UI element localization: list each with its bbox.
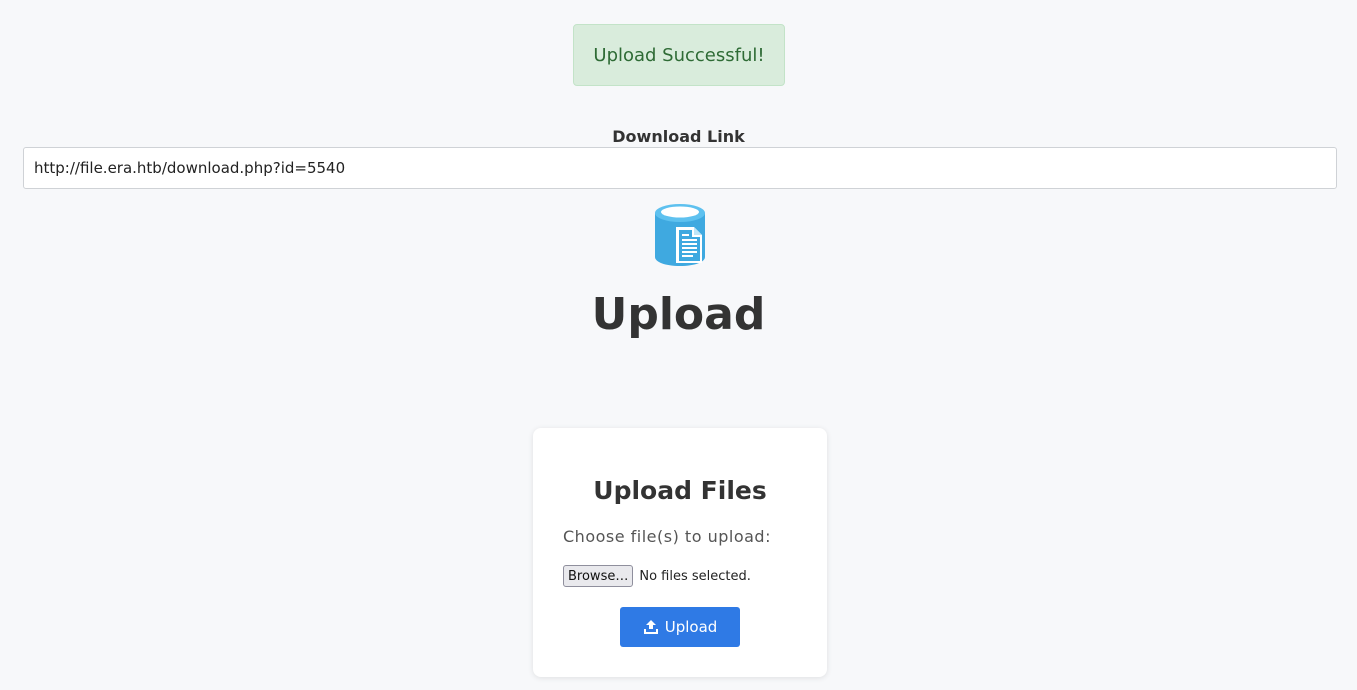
upload-icon <box>643 620 658 634</box>
page-title: Upload <box>591 289 766 340</box>
upload-button-label: Upload <box>664 618 718 636</box>
download-link-label: Download Link <box>612 127 745 146</box>
database-document-icon <box>654 203 706 267</box>
upload-success-alert: Upload Successful! <box>573 24 785 86</box>
file-status-text: No files selected. <box>639 568 751 584</box>
card-title: Upload Files <box>593 476 767 505</box>
upload-button[interactable]: Upload <box>620 607 740 647</box>
choose-files-label: Choose file(s) to upload: <box>563 527 771 546</box>
alert-message: Upload Successful! <box>593 44 765 66</box>
download-link-field[interactable] <box>23 147 1337 189</box>
browse-button[interactable]: Browse… <box>563 565 634 587</box>
upload-card: Choose file(s) to upload: Browse… No fil… <box>533 428 827 677</box>
file-picker: Browse… No files selected. <box>563 565 751 587</box>
